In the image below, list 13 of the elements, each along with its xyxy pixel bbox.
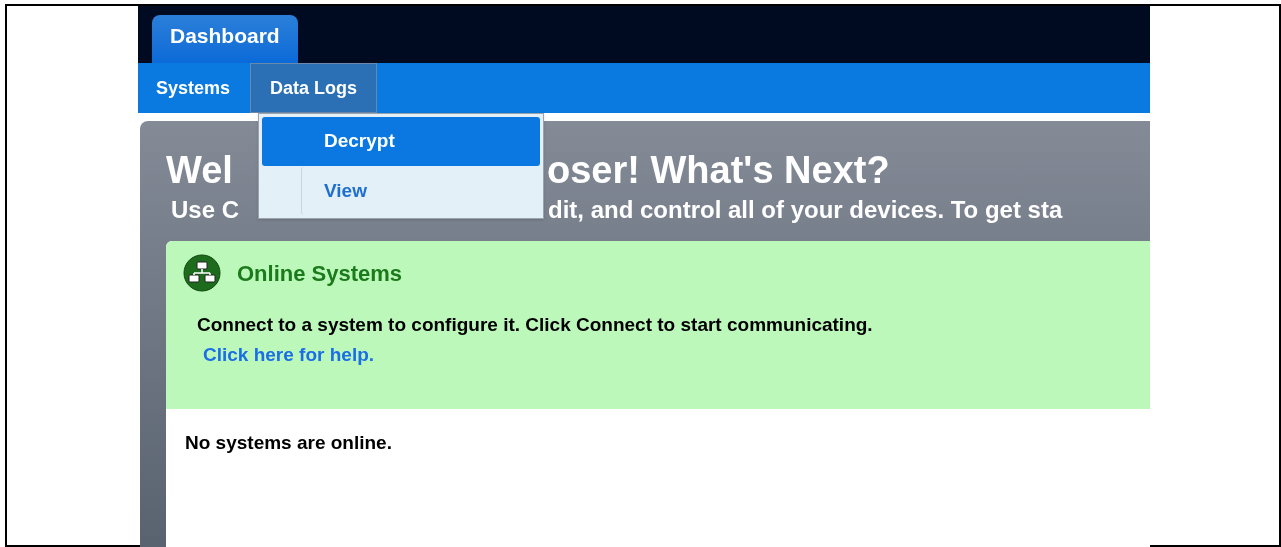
dashboard-tab[interactable]: Dashboard [152, 15, 298, 63]
welcome-heading: Wel [166, 151, 233, 189]
welcome-subtitle: dit, and control all of your devices. To get sta [548, 198, 1063, 222]
nav-menu-item[interactable]: Systems [142, 63, 245, 113]
network-icon [183, 254, 221, 292]
welcome-heading: oser! What's Next? [547, 151, 890, 189]
dropdown-item[interactable]: Decrypt [262, 117, 540, 166]
welcome-subtitle: Use C [171, 198, 240, 222]
nav-menu-item[interactable]: Data Logs [250, 63, 378, 113]
panel-description: Connect to a system to configure it. Click Connect to start communicating. [197, 313, 874, 337]
panel-title: Online Systems [237, 259, 403, 288]
help-link[interactable]: Click here for help. [203, 340, 375, 369]
empty-message: No systems are online. [185, 431, 393, 455]
